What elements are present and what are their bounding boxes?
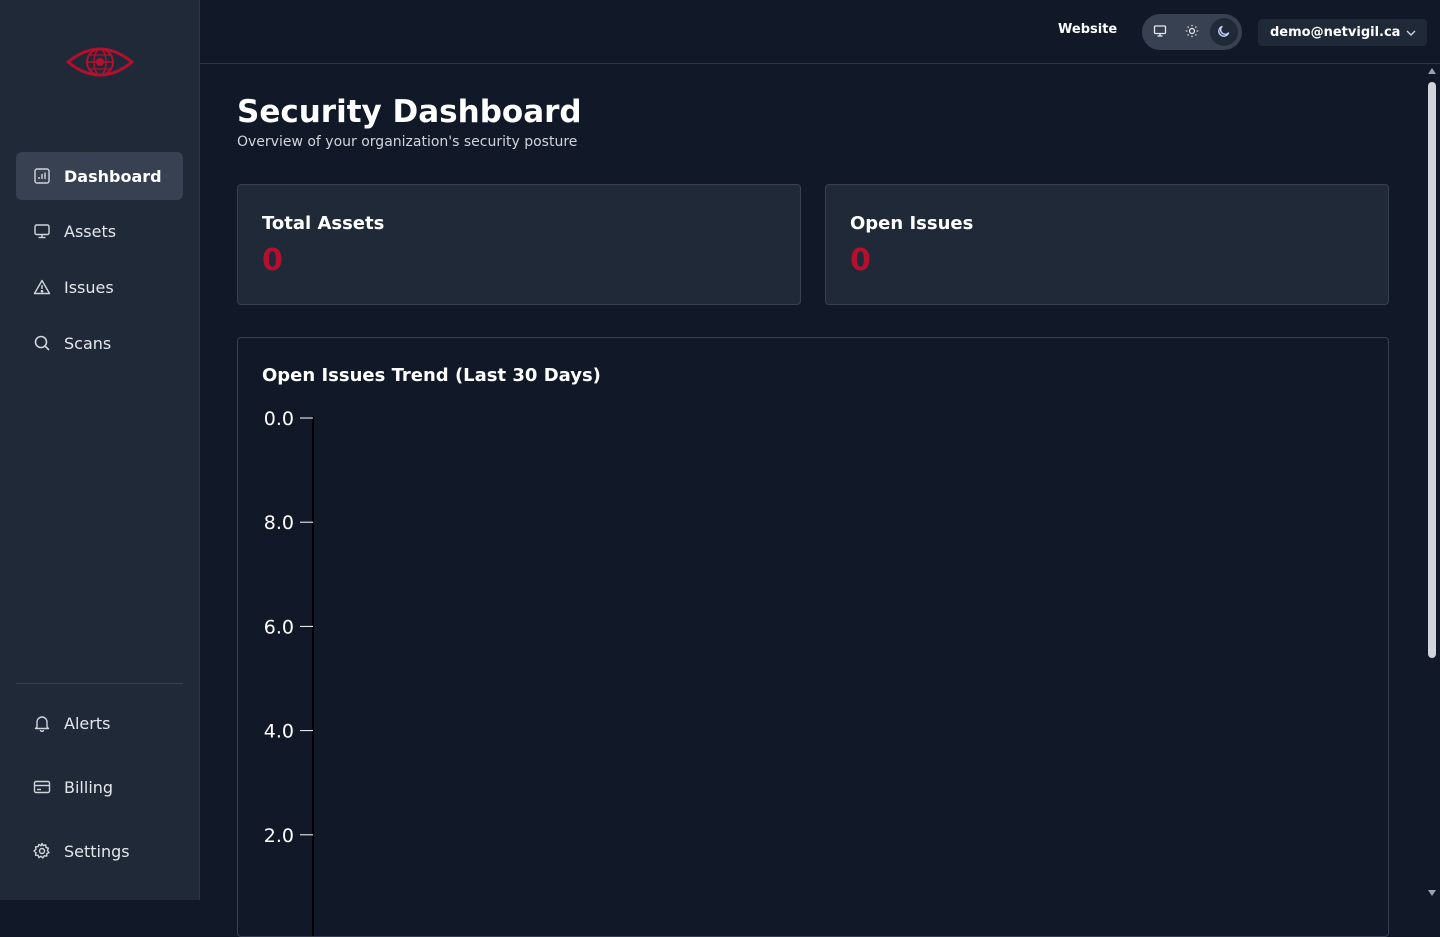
y-tick-label: 2.0 <box>264 825 294 847</box>
sidebar-item-dashboard[interactable]: Dashboard <box>16 152 183 200</box>
user-email: demo@netvigil.ca <box>1270 25 1401 40</box>
sidebar-item-alerts[interactable]: Alerts <box>16 699 183 747</box>
search-icon <box>32 333 52 353</box>
monitor-icon <box>1153 23 1167 42</box>
sidebar-item-label: Alerts <box>64 713 111 733</box>
theme-light-button[interactable] <box>1178 18 1206 46</box>
sidebar-item-label: Scans <box>64 333 112 353</box>
sidebar-item-label: Issues <box>64 277 114 297</box>
sidebar-item-assets[interactable]: Assets <box>16 207 183 255</box>
moon-icon <box>1217 23 1231 42</box>
y-tick-label: 8.0 <box>264 512 294 534</box>
page-title: Security Dashboard <box>237 94 582 130</box>
sun-icon <box>1185 23 1199 42</box>
chart-plot: 0.0 8.0 6.0 4.0 2.0 <box>264 408 314 936</box>
scroll-thumb[interactable] <box>1428 82 1436 658</box>
bell-icon <box>32 713 52 733</box>
gear-icon <box>32 841 52 861</box>
sidebar-divider <box>16 683 183 684</box>
sidebar-item-settings[interactable]: Settings <box>16 827 183 875</box>
scroll-up-arrow[interactable] <box>1428 68 1436 74</box>
sidebar-item-issues[interactable]: Issues <box>16 263 183 311</box>
y-tick-label: 6.0 <box>264 616 294 638</box>
theme-dark-button[interactable] <box>1210 18 1238 46</box>
open-issues-card: Open Issues 0 <box>825 184 1389 305</box>
sidebar-item-label: Dashboard <box>64 166 162 186</box>
card-value: 0 <box>262 243 283 278</box>
open-issues-trend-chart: Open Issues Trend (Last 30 Days) 0.0 8.0 6… <box>237 337 1389 937</box>
sidebar-item-label: Billing <box>64 777 114 797</box>
card-value: 0 <box>850 243 871 278</box>
website-link[interactable]: Website <box>1058 22 1117 37</box>
sidebar-item-label: Assets <box>64 221 117 241</box>
total-assets-card: Total Assets 0 <box>237 184 801 305</box>
credit-card-icon <box>32 777 52 797</box>
scroll-down-arrow[interactable] <box>1428 890 1436 896</box>
bar-chart-icon <box>32 166 52 186</box>
top-header: Website demo@netvigil.ca <box>200 0 1440 64</box>
y-tick-label: 0.0 <box>264 408 294 430</box>
theme-toggle <box>1142 14 1242 50</box>
eye-globe-logo[interactable] <box>65 42 135 82</box>
sidebar-item-label: Settings <box>64 841 130 861</box>
sidebar: Dashboard Assets Issues Scans Alerts Bil… <box>0 0 200 900</box>
warning-triangle-icon <box>32 277 52 297</box>
monitor-icon <box>32 221 52 241</box>
theme-system-button[interactable] <box>1146 18 1174 46</box>
sidebar-item-billing[interactable]: Billing <box>16 763 183 811</box>
sidebar-item-scans[interactable]: Scans <box>16 319 183 367</box>
card-title: Open Issues <box>850 213 974 234</box>
user-menu[interactable]: demo@netvigil.ca <box>1258 19 1427 46</box>
main-scrollbar[interactable] <box>1424 64 1440 900</box>
page-subtitle: Overview of your organization's security… <box>237 134 578 150</box>
card-title: Total Assets <box>262 213 385 234</box>
y-tick-label: 4.0 <box>264 721 294 743</box>
